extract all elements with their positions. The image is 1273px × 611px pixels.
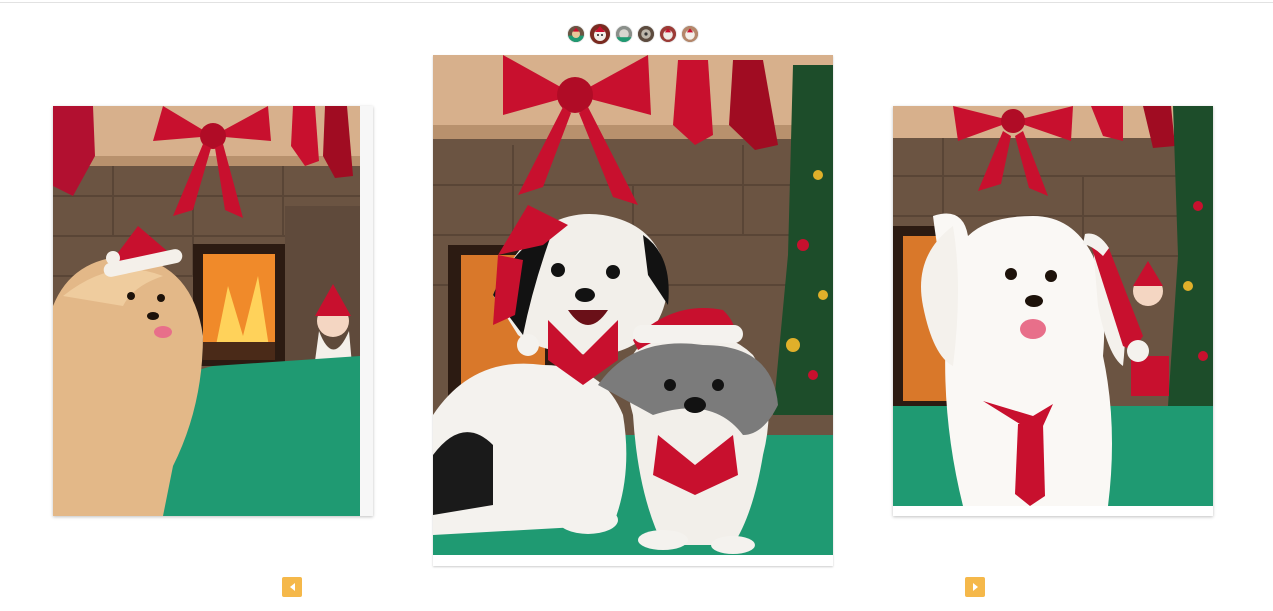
slide-center[interactable] xyxy=(433,55,833,566)
two-shih-tzus-santa-hats-photo xyxy=(433,55,833,555)
pomeranian-santa-hat-photo xyxy=(53,106,373,516)
thumbnail-5[interactable] xyxy=(660,26,676,42)
maltese-santa-hat-tie-photo xyxy=(893,106,1213,506)
thumbnail-3[interactable] xyxy=(616,26,632,42)
thumbnail-1[interactable] xyxy=(568,26,584,42)
thumbnail-2[interactable] xyxy=(590,24,610,44)
next-button[interactable] xyxy=(965,577,985,597)
previous-button[interactable] xyxy=(282,577,302,597)
top-divider xyxy=(0,2,1273,3)
thumbnail-strip xyxy=(568,24,698,44)
slide-right[interactable] xyxy=(893,106,1213,516)
triangle-left-icon xyxy=(289,583,295,591)
triangle-right-icon xyxy=(972,583,978,591)
thumbnail-4[interactable] xyxy=(638,26,654,42)
slide-left[interactable] xyxy=(53,106,373,516)
thumbnail-6[interactable] xyxy=(682,26,698,42)
